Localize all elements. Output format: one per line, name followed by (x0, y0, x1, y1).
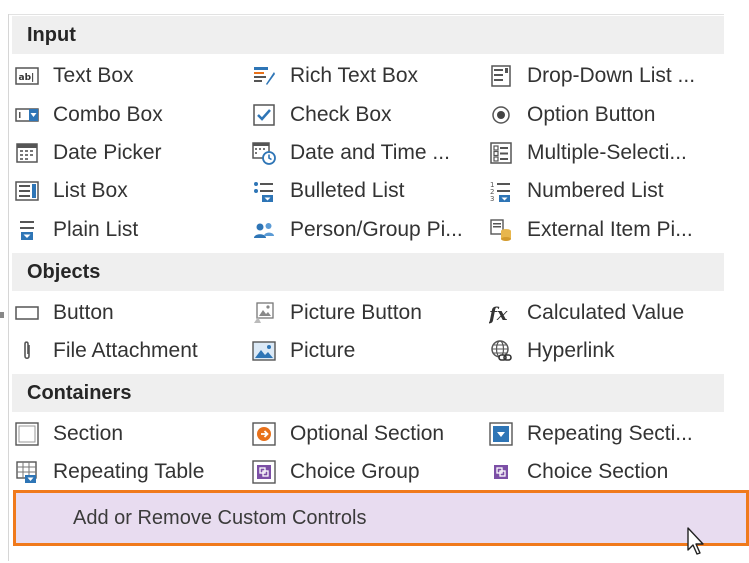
control-bulleted-list[interactable]: Bulleted List (252, 173, 404, 209)
control-numbered-list[interactable]: 123 Numbered List (489, 173, 664, 209)
control-text-box[interactable]: ab| Text Box (15, 58, 134, 94)
list-box-icon (15, 179, 39, 203)
picture-icon (252, 339, 276, 363)
control-picture-button[interactable]: Picture Button (252, 295, 422, 331)
optional-section-icon (252, 422, 276, 446)
repeating-table-icon (15, 460, 39, 484)
section-header-containers: Containers (12, 374, 724, 412)
control-list-box[interactable]: List Box (15, 173, 128, 209)
rich-text-box-icon (252, 64, 276, 88)
option-button-icon (489, 103, 513, 127)
control-date-time[interactable]: Date and Time ... (252, 135, 450, 171)
choice-group-icon (252, 460, 276, 484)
control-button[interactable]: Button (15, 295, 114, 331)
control-hyperlink[interactable]: Hyperlink (489, 333, 615, 369)
control-label: Plain List (53, 218, 139, 241)
check-box-icon (252, 103, 276, 127)
control-label: Bulleted List (290, 179, 405, 202)
control-dropdown-list[interactable]: Drop-Down List ... (489, 58, 695, 94)
control-label: Calculated Value (527, 301, 685, 324)
plain-list-icon (15, 218, 39, 242)
combo-box-icon (15, 103, 39, 127)
svg-text:fx: fx (489, 304, 508, 325)
dropdown-list-icon (489, 64, 513, 88)
control-external-item-picker[interactable]: External Item Pi... (489, 212, 693, 248)
control-label: Option Button (527, 103, 656, 126)
control-optional-section[interactable]: Optional Section (252, 416, 444, 452)
control-calculated-value[interactable]: fx Calculated Value (489, 295, 684, 331)
multiple-selection-icon (489, 141, 513, 165)
control-label: Picture Button (290, 301, 422, 324)
repeating-section-icon (489, 422, 513, 446)
hyperlink-icon (489, 339, 513, 363)
control-label: Rich Text Box (290, 64, 418, 87)
controls-gallery: Input ab| Text Box Rich Text Box Drop-Do… (12, 16, 724, 536)
numbered-list-icon: 123 (489, 179, 513, 203)
control-check-box[interactable]: Check Box (252, 97, 392, 133)
control-label: Date and Time ... (290, 141, 450, 164)
control-label: Numbered List (527, 179, 664, 202)
control-multiple-selection[interactable]: Multiple-Selecti... (489, 135, 687, 171)
external-item-icon (489, 218, 513, 242)
button-icon (15, 301, 39, 325)
control-label: Choice Group (290, 460, 420, 483)
control-label: Repeating Secti... (527, 422, 693, 445)
control-combo-box[interactable]: Combo Box (15, 97, 163, 133)
section-icon (15, 422, 39, 446)
control-repeating-section[interactable]: Repeating Secti... (489, 416, 693, 452)
choice-section-icon (489, 460, 513, 484)
control-file-attachment[interactable]: File Attachment (15, 333, 198, 369)
control-plain-list[interactable]: Plain List (15, 212, 138, 248)
control-label: Hyperlink (527, 339, 615, 362)
panel-left-border (8, 14, 9, 561)
bulleted-list-icon (252, 179, 276, 203)
paperclip-icon (15, 339, 39, 363)
text-box-icon: ab| (15, 64, 39, 88)
control-rich-text-box[interactable]: Rich Text Box (252, 58, 418, 94)
svg-text:3: 3 (490, 195, 494, 203)
person-group-icon (252, 218, 276, 242)
control-section[interactable]: Section (15, 416, 123, 452)
control-label: File Attachment (53, 339, 198, 362)
control-person-group-picker[interactable]: Person/Group Pi... (252, 212, 463, 248)
control-label: Button (53, 301, 114, 324)
control-picture[interactable]: Picture (252, 333, 355, 369)
calculated-value-icon: fx (489, 301, 513, 325)
control-choice-group[interactable]: Choice Group (252, 454, 420, 490)
control-repeating-table[interactable]: Repeating Table (15, 454, 204, 490)
date-picker-icon (15, 141, 39, 165)
control-label: Check Box (290, 103, 392, 126)
date-time-icon (252, 141, 276, 165)
window-top (0, 0, 749, 14)
control-label: Repeating Table (53, 460, 205, 483)
control-label: Choice Section (527, 460, 669, 483)
control-label: Combo Box (53, 103, 163, 126)
control-label: Optional Section (290, 422, 445, 445)
svg-text:ab|: ab| (19, 73, 35, 83)
control-option-button[interactable]: Option Button (489, 97, 655, 133)
control-date-picker[interactable]: Date Picker (15, 135, 162, 171)
add-remove-custom-controls-button[interactable]: Add or Remove Custom Controls (13, 490, 749, 546)
control-label: Multiple-Selecti... (527, 141, 687, 164)
section-header-input: Input (12, 16, 724, 54)
control-label: List Box (53, 179, 128, 202)
control-label: Section (53, 422, 124, 445)
control-label: Person/Group Pi... (290, 218, 463, 241)
control-label: External Item Pi... (527, 218, 693, 241)
section-header-objects: Objects (12, 253, 724, 291)
mouse-cursor-icon (686, 526, 708, 558)
panel-top-border (8, 14, 724, 15)
control-label: Date Picker (53, 141, 162, 164)
control-label: Picture (290, 339, 356, 362)
control-choice-section[interactable]: Choice Section (489, 454, 668, 490)
picture-button-icon (252, 301, 276, 325)
control-label: Drop-Down List ... (527, 64, 696, 87)
edge-mark (0, 312, 4, 318)
control-label: Text Box (53, 64, 134, 87)
